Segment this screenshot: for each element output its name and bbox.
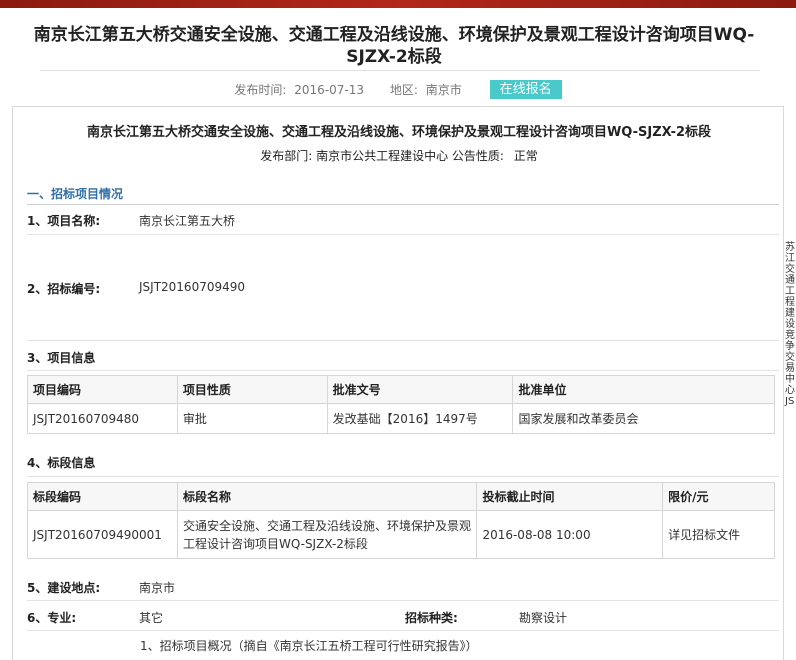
section-info-table: 标段编码 标段名称 投标截止时间 限价/元 JSJT20160709490001… — [27, 482, 775, 559]
project-info-row: 3、项目信息 — [27, 341, 779, 371]
table-cell: 详见招标文件 — [662, 510, 775, 559]
table-header-row: 项目编码 项目性质 批准文号 批准单位 — [27, 375, 775, 404]
overview-paragraph: 1、招标项目概况（摘自《南京长江五桥工程可行性研究报告》） — [140, 639, 478, 653]
notice-panel: 南京长江第五大桥交通安全设施、交通工程及沿线设施、环境保护及景观工程设计咨询项目… — [12, 106, 784, 660]
site-label: 5、建设地点: — [27, 581, 101, 595]
table-cell: 交通安全设施、交通工程及沿线设施、环境保护及景观工程设计咨询项目WQ-SJZX-… — [176, 510, 478, 559]
table-header-cell: 投标截止时间 — [476, 482, 664, 511]
tender-type-label: 招标种类: — [405, 611, 458, 625]
project-info-label: 3、项目信息 — [27, 351, 96, 365]
meta-row: 发布时间: 2016-07-13 地区: 南京市 在线报名 — [0, 80, 796, 100]
tender-no-value: JSJT20160709490 — [139, 280, 246, 294]
table-header-cell: 项目编码 — [27, 375, 178, 404]
table-header-cell: 项目性质 — [176, 375, 328, 404]
section-info-row: 4、标段信息 — [27, 447, 779, 477]
project-info-table: 项目编码 项目性质 批准文号 批准单位 JSJT20160709480 审批 发… — [27, 375, 775, 434]
table-cell: JSJT20160709480 — [27, 403, 178, 434]
nature-value: 正常 — [513, 149, 538, 163]
table-row: JSJT20160709490001 交通安全设施、交通工程及沿线设施、环境保护… — [27, 510, 775, 559]
tender-type-value: 勘察设计 — [519, 611, 568, 625]
tender-no-row: 2、招标编号: JSJT20160709490 — [27, 235, 779, 341]
table-header-cell: 标段编码 — [27, 482, 178, 511]
table-cell: JSJT20160709490001 — [27, 510, 178, 559]
table-cell: 国家发展和改革委员会 — [512, 403, 775, 434]
side-vertical-note: 苏江交通工程建设竞争交易中心JS — [785, 242, 795, 407]
table-cell: 发改基础【2016】1497号 — [326, 403, 514, 434]
site-value: 南京市 — [139, 581, 176, 595]
specialty-row: 6、专业: 其它 招标种类: 勘察设计 — [27, 601, 779, 631]
notice-meta: 发布部门: 南京市公共工程建设中心 公告性质: 正常 — [13, 147, 785, 164]
divider — [40, 70, 760, 71]
table-header-cell: 批准单位 — [512, 375, 775, 404]
dept-label: 发布部门: — [260, 149, 313, 163]
project-name-row: 1、项目名称: 南京长江第五大桥 — [27, 205, 779, 235]
region-value: 南京市 — [425, 83, 462, 97]
table-header-row: 标段编码 标段名称 投标截止时间 限价/元 — [27, 482, 775, 511]
table-header-cell: 限价/元 — [662, 482, 775, 511]
table-cell: 审批 — [176, 403, 328, 434]
publish-time-label: 发布时间: — [234, 83, 287, 97]
overview-paragraph-continued — [140, 654, 770, 660]
notice-title: 南京长江第五大桥交通安全设施、交通工程及沿线设施、环境保护及景观工程设计咨询项目… — [86, 125, 712, 140]
project-name-value: 南京长江第五大桥 — [139, 214, 236, 228]
specialty-label: 6、专业: — [27, 611, 77, 625]
tender-no-label: 2、招标编号: — [27, 282, 101, 296]
region-label: 地区: — [389, 83, 418, 97]
nature-label: 公告性质: — [451, 149, 504, 163]
online-signup-button[interactable]: 在线报名 — [489, 80, 562, 99]
table-header-cell: 标段名称 — [176, 482, 478, 511]
publish-time-value: 2016-07-13 — [294, 82, 365, 97]
project-name-label: 1、项目名称: — [27, 214, 101, 228]
table-header-cell: 批准文号 — [326, 375, 514, 404]
section-info-label: 4、标段信息 — [27, 456, 96, 470]
dept-value: 南京市公共工程建设中心 — [316, 149, 449, 163]
table-row: JSJT20160709480 审批 发改基础【2016】1497号 国家发展和… — [27, 403, 775, 434]
table-cell: 2016-08-08 10:00 — [476, 510, 664, 559]
site-row: 5、建设地点: 南京市 — [27, 571, 779, 601]
top-banner-strip — [0, 0, 796, 8]
section-heading: 一、招标项目情况 — [27, 183, 779, 205]
specialty-value: 其它 — [139, 611, 164, 625]
page-title: 南京长江第五大桥交通安全设施、交通工程及沿线设施、环境保护及景观工程设计咨询项目… — [33, 25, 755, 67]
